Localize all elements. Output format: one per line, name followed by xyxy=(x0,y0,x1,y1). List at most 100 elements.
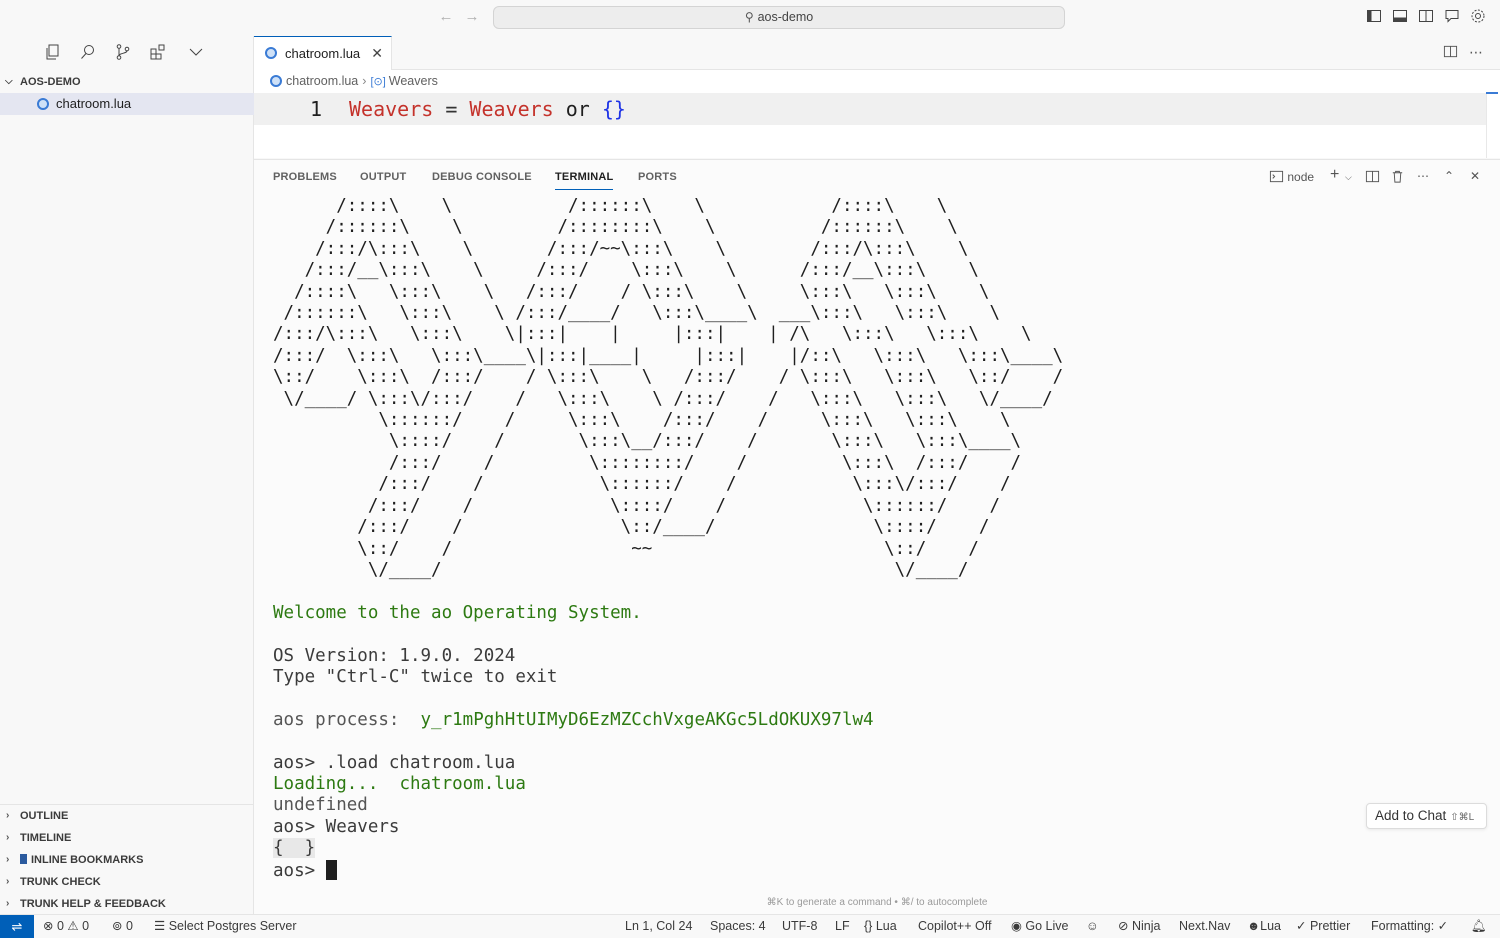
chevron-right-icon: › xyxy=(6,854,10,865)
search-icon[interactable] xyxy=(79,43,99,63)
code-text[interactable]: Weavers = Weavers or {} xyxy=(349,93,626,125)
problems-status[interactable]: ⊗ 0 ⚠ 0 xyxy=(43,915,89,938)
breadcrumb-symbol[interactable]: Weavers xyxy=(389,74,438,88)
search-icon: ⚲ xyxy=(744,10,754,24)
broadcast-icon: ◉ xyxy=(1011,919,1022,933)
back-arrow-icon[interactable]: ← xyxy=(437,8,455,26)
toggle-panel-icon[interactable] xyxy=(1392,8,1412,28)
bookmark-icon xyxy=(20,854,27,864)
language-label: Lua xyxy=(875,919,897,933)
add-chat-shortcut: ⇧⌘L xyxy=(1450,812,1475,823)
new-terminal-plus-icon[interactable]: + xyxy=(1330,166,1339,184)
os-version: OS Version: 1.9.0. 2024 xyxy=(273,645,516,666)
section-label: TRUNK CHECK xyxy=(20,876,101,888)
end-of-line[interactable]: LF xyxy=(835,915,850,938)
broadcast-icon: ⊚ xyxy=(112,919,123,933)
sidebar-sections: › OUTLINE › TIMELINE › INLINE BOOKMARKS … xyxy=(0,804,254,915)
section-outline[interactable]: › OUTLINE xyxy=(0,805,254,827)
code-line-1[interactable]: 1 Weavers = Weavers or {} xyxy=(254,93,1486,125)
command-center-search[interactable]: ⚲ aos-demo xyxy=(493,6,1065,29)
forward-arrow-icon[interactable]: → xyxy=(463,8,481,26)
lua-file-icon xyxy=(265,47,277,59)
ninja-status[interactable]: ⊘ Ninja xyxy=(1118,915,1160,938)
go-live[interactable]: ◉ Go Live xyxy=(1011,915,1069,938)
maximize-panel-chevron-up-icon[interactable]: ⌃ xyxy=(1444,169,1454,187)
section-label: TIMELINE xyxy=(20,832,72,844)
chevron-right-icon: › xyxy=(6,832,10,843)
postgres-status[interactable]: ☰ Select Postgres Server xyxy=(154,915,297,938)
database-icon: ☰ xyxy=(154,919,166,933)
tab-debug-console[interactable]: DEBUG CONSOLE xyxy=(432,171,532,183)
section-label: OUTLINE xyxy=(20,810,69,822)
check-icon: ✓ xyxy=(1296,919,1307,933)
chevron-down-icon[interactable] xyxy=(187,43,207,63)
close-icon[interactable]: ✕ xyxy=(371,37,383,70)
chevron-right-icon: › xyxy=(6,810,10,821)
loading-label: Loading... xyxy=(273,773,400,794)
undefined-output: undefined xyxy=(273,795,368,816)
tab-ports[interactable]: PORTS xyxy=(638,171,677,183)
tab-output[interactable]: OUTPUT xyxy=(360,171,406,183)
encoding[interactable]: UTF-8 xyxy=(782,915,817,938)
explorer-files-icon[interactable] xyxy=(44,43,64,63)
lua-status[interactable]: ☻Lua xyxy=(1247,915,1281,938)
toggle-secondary-sidebar-icon[interactable] xyxy=(1418,8,1438,28)
exit-hint: Type "Ctrl-C" twice to exit xyxy=(273,666,558,687)
indentation[interactable]: Spaces: 4 xyxy=(710,915,766,938)
lua-file-icon xyxy=(270,75,282,87)
chevron-down-icon[interactable]: ⌵ xyxy=(1345,172,1352,190)
tab-problems[interactable]: PROBLEMS xyxy=(273,171,337,183)
breadcrumb: chatroom.lua › [⊙] Weavers xyxy=(270,73,438,90)
source-control-icon[interactable] xyxy=(114,43,134,63)
terminal-selector[interactable]: node xyxy=(1269,169,1314,187)
section-timeline[interactable]: › TIMELINE xyxy=(0,827,254,849)
terminal-cursor xyxy=(325,859,337,880)
ports-status[interactable]: ⊚ 0 xyxy=(112,915,133,938)
copilot-status[interactable]: Copilot++ Off xyxy=(918,915,991,938)
command-line: aos> Weavers xyxy=(273,816,400,837)
breadcrumb-file[interactable]: chatroom.lua xyxy=(286,74,358,88)
next-nav[interactable]: Next.Nav xyxy=(1179,915,1230,938)
warning-icon: ⚠ xyxy=(67,919,79,933)
editor-scrollbar[interactable] xyxy=(1486,94,1500,158)
chat-icon[interactable] xyxy=(1444,8,1464,28)
section-inline-bookmarks[interactable]: › INLINE BOOKMARKS xyxy=(0,849,254,871)
copilot-face-icon[interactable]: ☺ xyxy=(1086,915,1099,938)
prettier-status[interactable]: ✓ Prettier xyxy=(1296,915,1350,938)
settings-gear-icon[interactable] xyxy=(1470,8,1490,28)
split-terminal-icon[interactable] xyxy=(1365,169,1380,187)
split-editor-icon[interactable] xyxy=(1443,44,1461,62)
explorer-folder-header[interactable]: ⌵ AOS-DEMO xyxy=(0,72,254,92)
notifications-bell-icon[interactable]: 🔔︎ xyxy=(1471,915,1487,938)
extensions-icon[interactable] xyxy=(149,43,169,63)
editor-group: chatroom.lua ✕ ⋯ chatroom.lua › [⊙] Weavers… xyxy=(254,36,1500,158)
add-to-chat-button[interactable]: Add to Chat ⇧⌘L xyxy=(1366,803,1487,829)
tab-terminal[interactable]: TERMINAL xyxy=(555,171,614,190)
code-var: Weavers xyxy=(349,97,434,121)
tab-label: chatroom.lua xyxy=(285,46,361,61)
language-mode[interactable]: {} Lua xyxy=(864,915,897,938)
toggle-primary-sidebar-icon[interactable] xyxy=(1366,8,1386,28)
more-actions-icon[interactable]: ⋯ xyxy=(1417,169,1429,187)
symbol-variable-icon: [⊙] xyxy=(370,76,386,88)
lua-label: Lua xyxy=(1260,919,1282,933)
formatting-status[interactable]: Formatting: ✓ xyxy=(1371,915,1448,938)
section-trunk-help[interactable]: › TRUNK HELP & FEEDBACK xyxy=(0,893,254,915)
code-keyword: or xyxy=(553,97,602,121)
remote-indicator-icon[interactable]: ⇌ xyxy=(0,915,34,938)
chevron-down-icon: ⌵ xyxy=(5,76,13,87)
file-item-chatroom-lua[interactable]: chatroom.lua xyxy=(0,93,254,115)
search-text: aos-demo xyxy=(757,10,814,24)
tab-chatroom-lua[interactable]: chatroom.lua ✕ xyxy=(254,36,392,70)
trash-icon[interactable] xyxy=(1390,169,1405,187)
code-brace: {} xyxy=(601,97,626,121)
section-trunk-check[interactable]: › TRUNK CHECK xyxy=(0,871,254,893)
ao-ascii-art: /::::\ \ /::::::\ \ /::::\ \ /::::::\ \ … xyxy=(273,196,1064,580)
more-actions-icon[interactable]: ⋯ xyxy=(1469,44,1487,62)
golive-label: Go Live xyxy=(1025,919,1069,933)
panel-tab-bar: PROBLEMS OUTPUT DEBUG CONSOLE TERMINAL P… xyxy=(254,160,1500,195)
terminal-hint: ⌘K to generate a command • ⌘/ to autocom… xyxy=(766,897,988,908)
close-panel-icon[interactable]: ✕ xyxy=(1470,169,1480,187)
terminal-output[interactable]: /::::\ \ /::::::\ \ /::::\ \ /::::::\ \ … xyxy=(273,196,1493,896)
cursor-position[interactable]: Ln 1, Col 24 xyxy=(625,915,692,938)
